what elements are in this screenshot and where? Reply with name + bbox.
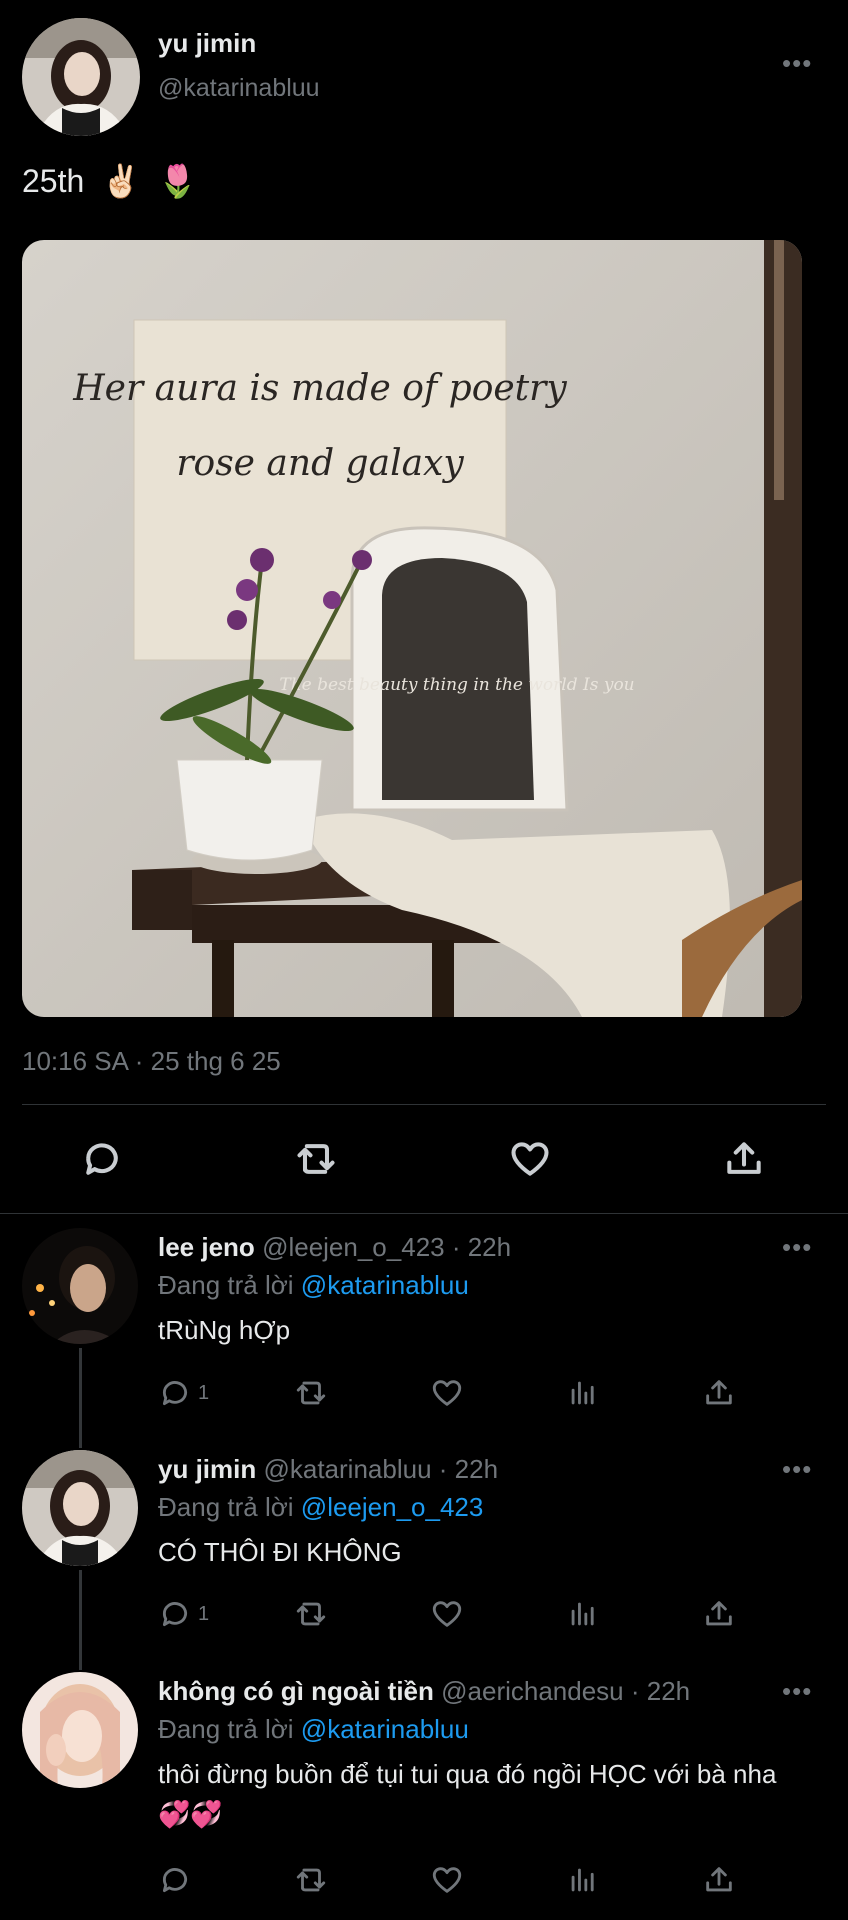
reply-button[interactable]: 1 bbox=[158, 1592, 209, 1636]
tweet-action-bar bbox=[0, 1124, 848, 1194]
reply-icon bbox=[162, 1602, 187, 1627]
replying-to-link[interactable]: @katarinabluu bbox=[301, 1714, 469, 1744]
reply-avatar[interactable] bbox=[22, 1228, 138, 1344]
reply-avatar[interactable] bbox=[22, 1672, 138, 1788]
reply-author-handle[interactable]: @katarinabluu bbox=[263, 1454, 431, 1484]
tulip-emoji: 🌷 bbox=[157, 163, 198, 199]
reply-header: không có gì ngoài tiền @aerichandesu · 2… bbox=[158, 1676, 690, 1707]
replying-to: Đang trả lời @leejen_o_423 bbox=[158, 1492, 483, 1523]
reply-icon[interactable] bbox=[72, 1124, 132, 1194]
replying-to-prefix: Đang trả lời bbox=[158, 1492, 294, 1522]
heart-emojis: 💞💞 bbox=[158, 1799, 223, 1829]
reply-button[interactable]: 1 bbox=[158, 1371, 209, 1415]
share-icon[interactable] bbox=[702, 1858, 736, 1902]
more-options-icon[interactable]: ••• bbox=[782, 1232, 812, 1263]
reply-header: yu jimin @katarinabluu · 22h bbox=[158, 1454, 498, 1485]
share-icon[interactable] bbox=[714, 1124, 774, 1194]
like-icon[interactable] bbox=[430, 1858, 464, 1902]
reply-author-name[interactable]: yu jimin bbox=[158, 1454, 256, 1484]
views-icon[interactable] bbox=[566, 1592, 600, 1636]
more-options-icon[interactable]: ••• bbox=[782, 1676, 812, 1707]
banner-line-2: rose and galaxy bbox=[176, 443, 464, 484]
author-name[interactable]: yu jimin bbox=[158, 28, 256, 59]
banner-line-1: Her aura is made of poetry bbox=[72, 368, 567, 409]
main-avatar[interactable] bbox=[22, 18, 140, 136]
more-options-icon[interactable]: ••• bbox=[782, 1454, 812, 1485]
reply-time[interactable]: · 22h bbox=[439, 1454, 498, 1484]
retweet-icon[interactable] bbox=[294, 1592, 328, 1636]
reply-text: CÓ THÔI ĐI KHÔNG bbox=[158, 1537, 402, 1567]
retweet-icon[interactable] bbox=[286, 1124, 346, 1194]
reply-icon[interactable] bbox=[158, 1858, 192, 1902]
reply-action-bar: 1 bbox=[158, 1371, 798, 1415]
more-options-icon[interactable]: ••• bbox=[782, 48, 812, 79]
like-icon[interactable] bbox=[430, 1592, 464, 1636]
replying-to-link[interactable]: @leejen_o_423 bbox=[301, 1492, 484, 1522]
reply-author-name[interactable]: không có gì ngoài tiền bbox=[158, 1676, 434, 1706]
tweet-text: 25th ✌🏻 🌷 bbox=[22, 162, 198, 200]
like-icon[interactable] bbox=[430, 1371, 464, 1415]
replying-to-prefix: Đang trả lời bbox=[158, 1270, 294, 1300]
share-icon[interactable] bbox=[702, 1592, 736, 1636]
replying-to-prefix: Đang trả lời bbox=[158, 1714, 294, 1744]
views-icon[interactable] bbox=[566, 1371, 600, 1415]
reply-action-bar: 1 bbox=[158, 1592, 798, 1636]
like-icon[interactable] bbox=[500, 1124, 560, 1194]
retweet-icon[interactable] bbox=[294, 1858, 328, 1902]
thread-line bbox=[79, 1348, 82, 1448]
retweet-icon[interactable] bbox=[294, 1371, 328, 1415]
share-icon[interactable] bbox=[702, 1371, 736, 1415]
victory-hand-emoji: ✌🏻 bbox=[101, 163, 142, 199]
reply-text: tRùNg hỢp bbox=[158, 1315, 291, 1345]
views-icon[interactable] bbox=[566, 1858, 600, 1902]
reply-header: lee jeno @leejen_o_423 · 22h bbox=[158, 1232, 511, 1263]
tweet-photo[interactable]: Her aura is made of poetry rose and gala… bbox=[22, 240, 802, 1017]
reply-icon bbox=[162, 1381, 187, 1406]
reply-time[interactable]: · 22h bbox=[452, 1232, 511, 1262]
tweet-text-content: 25th bbox=[22, 163, 85, 199]
reply-avatar[interactable] bbox=[22, 1450, 138, 1566]
divider bbox=[22, 1104, 826, 1105]
reply-text-content: thôi đừng buồn để tụi tui qua đó ngồi HỌ… bbox=[158, 1759, 777, 1789]
replying-to: Đang trả lời @katarinabluu bbox=[158, 1270, 469, 1301]
thread-line bbox=[79, 1570, 82, 1670]
reply-count: 1 bbox=[198, 1602, 210, 1625]
replying-to-link[interactable]: @katarinabluu bbox=[301, 1270, 469, 1300]
reply-author-name[interactable]: lee jeno bbox=[158, 1232, 255, 1262]
reply-text: thôi đừng buồn để tụi tui qua đó ngồi HỌ… bbox=[158, 1754, 798, 1834]
reply-author-handle[interactable]: @aerichandesu bbox=[441, 1676, 624, 1706]
reply-time[interactable]: · 22h bbox=[631, 1676, 690, 1706]
reply-author-handle[interactable]: @leejen_o_423 bbox=[262, 1232, 445, 1262]
author-handle[interactable]: @katarinabluu bbox=[158, 74, 320, 103]
replying-to: Đang trả lời @katarinabluu bbox=[158, 1714, 469, 1745]
reply-count: 1 bbox=[198, 1381, 210, 1404]
mirror-text: The best beauty thing in the world Is yo… bbox=[279, 675, 634, 695]
tweet-timestamp[interactable]: 10:16 SA · 25 thg 6 25 bbox=[22, 1046, 281, 1077]
divider bbox=[0, 1213, 848, 1214]
reply-action-bar bbox=[158, 1858, 798, 1902]
